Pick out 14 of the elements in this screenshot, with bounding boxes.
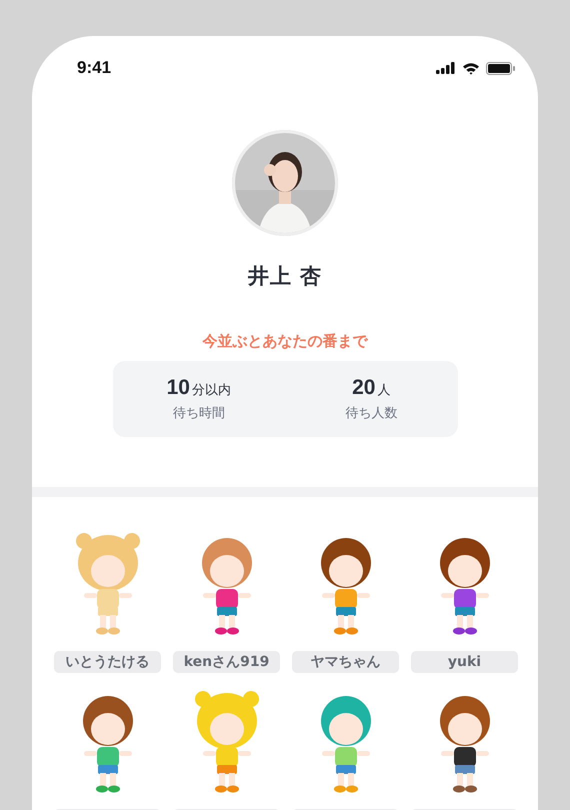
signal-icon [436,62,456,74]
stat-label: 待ち時間 [172,405,225,422]
profile-name: 井上 杏 [248,263,322,290]
user-name: いとうたける [54,651,161,673]
user-name: ヤマちゃん [292,651,399,673]
user-name: yuki [411,651,518,673]
status-time: 9:41 [77,58,112,78]
battery-icon [486,62,516,74]
stat-label: 待ち人数 [345,405,398,422]
user-name: kenさん919 [173,651,280,673]
queue-heading: 今並ぶとあなたの番まで [202,332,368,351]
stat-value: 20 人 [352,376,390,400]
wifi-icon [462,62,480,74]
stat-value: 10 分以内 [166,376,231,400]
